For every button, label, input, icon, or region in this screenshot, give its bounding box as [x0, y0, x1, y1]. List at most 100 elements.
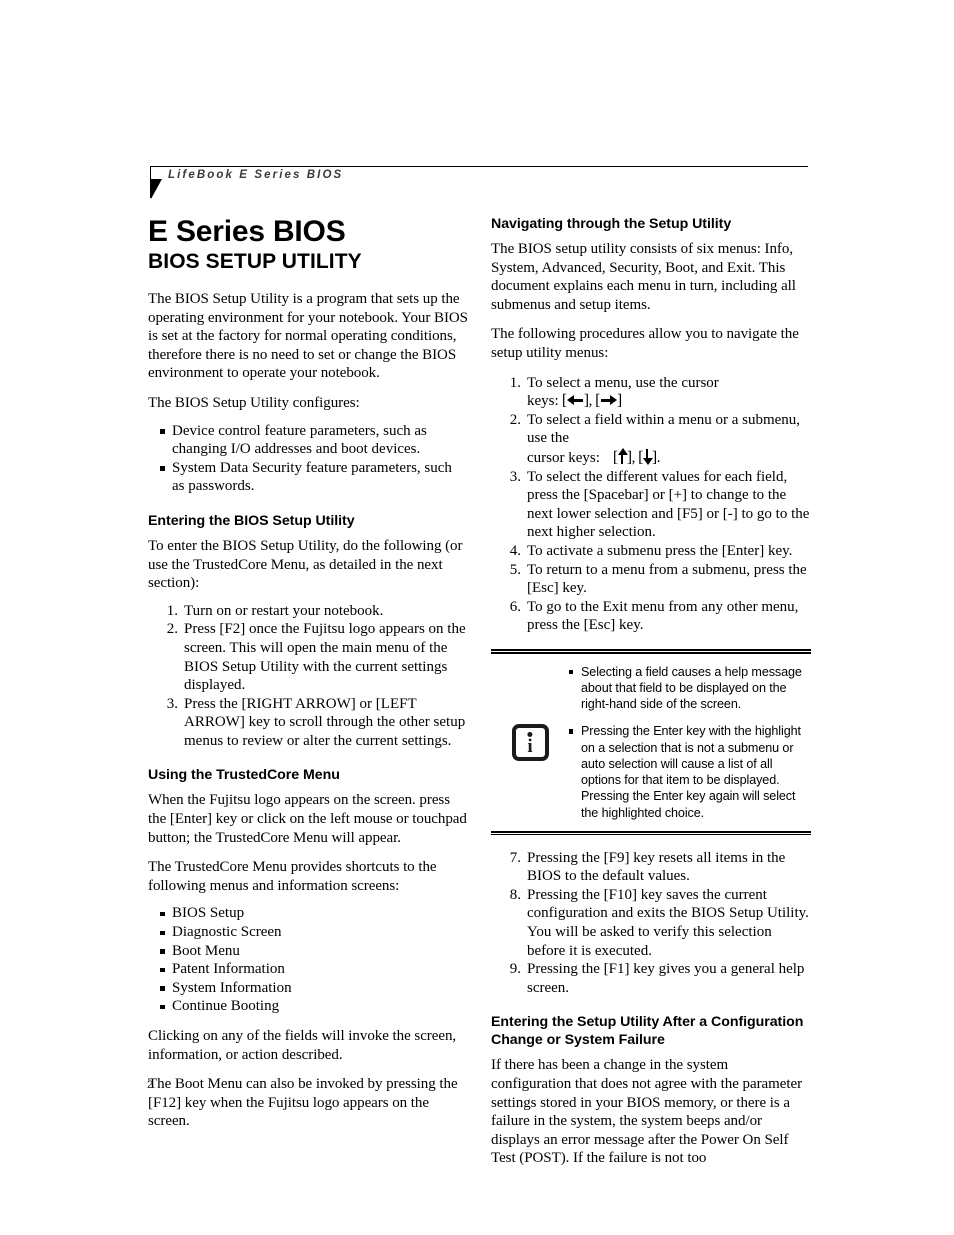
bullet-square-icon: [569, 729, 574, 734]
step-text: Pressing the [F1] key gives you a genera…: [527, 961, 805, 996]
up-arrow-icon: [618, 447, 629, 465]
trustedcore-shortcuts-list: BIOS Setup Diagnostic Screen Boot Menu P…: [148, 904, 468, 1016]
step-number: 8.: [509, 886, 521, 903]
list-item: 1. To select a menu, use the cursor keys:…: [505, 374, 811, 411]
list-item: 2. Press [F2] once the Fujitsu logo appea…: [162, 620, 468, 694]
trustedcore-paragraph-1: When the Fujitsu logo appears on the scr…: [148, 792, 467, 846]
key-separator: ,: [631, 449, 636, 466]
step-number: 5.: [509, 561, 521, 578]
cursor-keys-vertical: [], [].: [600, 447, 661, 466]
list-item: Boot Menu: [160, 942, 468, 961]
list-item: Patent Information: [160, 960, 468, 979]
info-icon-letter: i: [527, 736, 533, 758]
entering-lead: To enter the BIOS Setup Utility, do the …: [148, 537, 463, 592]
list-item: 9. Pressing the [F1] key gives you a gene…: [505, 960, 811, 997]
left-column: E Series BIOS BIOS SETUP UTILITY The BIO…: [148, 215, 468, 1142]
list-item-label: Device control feature parameters, such …: [172, 422, 427, 458]
step-text: To select the different values for each …: [527, 468, 810, 541]
list-item: 4. To activate a submenu press the [Enter…: [505, 542, 811, 561]
list-item: 5. To return to a menu from a submenu, pr…: [505, 561, 811, 598]
section-heading-config-change: Entering the Setup Utility After a Confi…: [491, 1013, 811, 1049]
section-heading-trustedcore: Using the TrustedCore Menu: [148, 767, 340, 784]
step-number: 2.: [509, 411, 521, 428]
config-change-paragraph: If there has been a change in the system…: [491, 1057, 803, 1167]
left-arrow-icon: [566, 394, 584, 406]
step-text: To select a field within a menu or a sub…: [527, 411, 801, 447]
entering-steps-list: 1. Turn on or restart your notebook. 2. Pr…: [148, 602, 468, 751]
right-arrow-icon: [600, 394, 617, 406]
configures-list: Device control feature parameters, such …: [148, 422, 468, 496]
list-item: 1. Turn on or restart your notebook.: [162, 602, 468, 621]
step-number: 3.: [509, 468, 521, 485]
navigation-steps-list-continued: 7. Pressing the [F9] key resets all items…: [491, 849, 811, 998]
heading-line-2: Change or System Failure: [491, 1032, 665, 1049]
list-item: BIOS Setup: [160, 904, 468, 923]
list-item-label: Patent Information: [172, 961, 285, 978]
cursor-keys-horizontal: [], []: [559, 392, 622, 410]
navigating-paragraph-1: The BIOS setup utility consists of six m…: [491, 241, 796, 313]
bullet-square-icon: [160, 911, 165, 917]
step-text: To go to the Exit menu from any other me…: [527, 598, 799, 634]
trustedcore-paragraph-3: Clicking on any of the fields will invok…: [148, 1028, 457, 1063]
callout-bullet-list: Selecting a field causes a help message …: [569, 664, 807, 821]
step-number: 1.: [509, 374, 521, 391]
bullet-square-icon: [160, 967, 165, 973]
document-page: LifeBook E Series BIOS E Series BIOS BIO…: [0, 0, 954, 1235]
step-text: Pressing the [F10] key saves the current…: [527, 886, 809, 959]
list-item: Diagnostic Screen: [160, 923, 468, 942]
running-header: LifeBook E Series BIOS: [140, 166, 810, 218]
callout-text: Selecting a field causes a help message …: [569, 664, 811, 821]
down-arrow-icon: [643, 448, 654, 465]
list-item: Device control feature parameters, such …: [160, 422, 468, 459]
page-subtitle: BIOS SETUP UTILITY: [148, 250, 362, 273]
section-heading-navigating: Navigating through the Setup Utility: [491, 216, 732, 232]
section-heading-entering-bios: Entering the BIOS Setup Utility: [148, 512, 355, 529]
list-item-label: Boot Menu: [172, 942, 240, 959]
step-text: To select a menu, use the cursor keys:: [527, 374, 719, 410]
header-rule: [150, 166, 808, 168]
list-item-label: System Data Security feature parameters,…: [172, 459, 452, 495]
page-title: E Series BIOS: [148, 215, 346, 248]
step-number: 1.: [166, 602, 178, 619]
key-separator: ,: [588, 393, 593, 410]
bullet-square-icon: [160, 466, 165, 471]
step-number: 9.: [509, 961, 521, 978]
bullet-square-icon: [160, 429, 165, 434]
step-text: Pressing the [F9] key resets all items i…: [527, 849, 786, 885]
callout-icon-cell: i: [491, 723, 569, 761]
step-text: Press [F2] once the Fujitsu logo appears…: [184, 621, 466, 694]
list-item: 8. Pressing the [F10] key saves the curre…: [505, 886, 811, 960]
callout-bottom-rule: [491, 830, 811, 836]
list-item: 7. Pressing the [F9] key resets all items…: [505, 849, 811, 886]
list-item-label: Diagnostic Screen: [172, 924, 282, 941]
step-text: To activate a submenu press the [Enter] …: [527, 542, 793, 559]
header-flag-icon: [151, 179, 162, 199]
bullet-square-icon: [160, 949, 165, 954]
list-item: Pressing the Enter key with the highligh…: [569, 723, 807, 820]
step-number: 7.: [509, 849, 521, 866]
list-item: 3. Press the [RIGHT ARROW] or [LEFT ARROW…: [162, 695, 468, 751]
list-item-label: Continue Booting: [172, 998, 280, 1015]
bullet-square-icon: [160, 930, 165, 936]
bracket-close: ]: [616, 392, 622, 410]
bullet-square-icon: [160, 1004, 165, 1010]
list-item: Selecting a field causes a help message …: [569, 664, 807, 713]
list-item: 6. To go to the Exit menu from any other …: [505, 598, 811, 635]
list-item-label: BIOS Setup: [172, 905, 245, 922]
list-item: 3. To select the different values for eac…: [505, 468, 811, 542]
heading-line-1: Entering the Setup Utility After a Confi…: [491, 1014, 804, 1031]
navigation-steps-list: 1. To select a menu, use the cursor keys:…: [491, 374, 811, 635]
info-callout-box: i Selecting a field causes a help messag…: [491, 648, 811, 836]
list-item: Continue Booting: [160, 997, 468, 1016]
navigating-paragraph-2: The following procedures allow you to na…: [491, 326, 799, 361]
list-item-label: System Information: [172, 979, 292, 996]
step-text: Press the [RIGHT ARROW] or [LEFT ARROW] …: [184, 695, 466, 749]
step-text: To return to a menu from a submenu, pres…: [527, 561, 807, 597]
list-item: System Information: [160, 979, 468, 998]
configures-lead: The BIOS Setup Utility configures:: [148, 394, 360, 411]
running-head-text: LifeBook E Series BIOS: [168, 169, 344, 181]
step-number: 4.: [509, 542, 521, 559]
step-number: 3.: [166, 695, 178, 712]
intro-paragraph: The BIOS Setup Utility is a program that…: [148, 291, 468, 382]
step-number: 6.: [509, 598, 521, 615]
